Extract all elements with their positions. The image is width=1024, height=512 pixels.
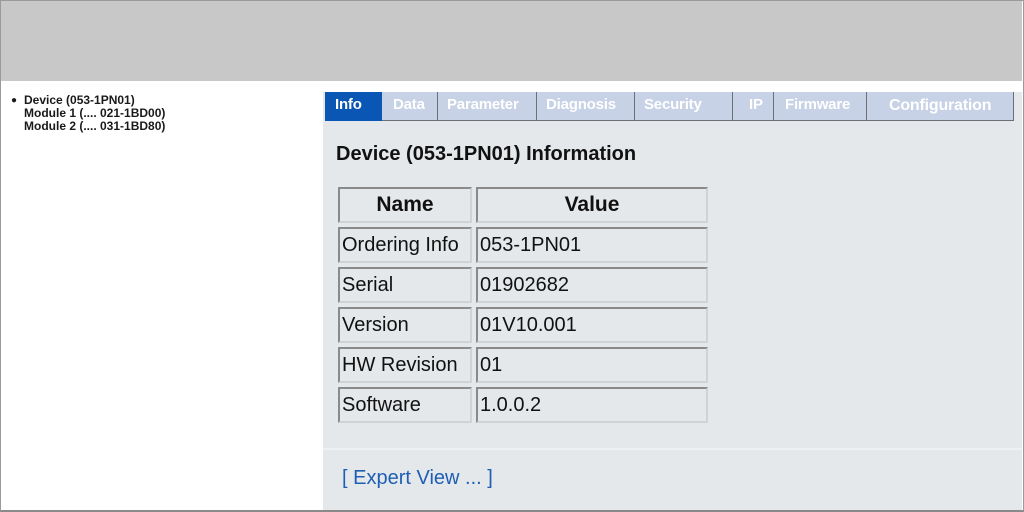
row-name-cell: HW Revision — [338, 347, 472, 383]
expert-view-link[interactable]: [ Expert View ... ] — [342, 467, 493, 490]
tree-item-label: Module 2 (.... 031-1BD80) — [24, 119, 166, 133]
table-row: Serial 01902682 — [338, 267, 708, 303]
row-name-cell: Ordering Info — [338, 227, 472, 263]
table-header-row: Name Value — [338, 187, 708, 223]
row-value-cell: 01902682 — [476, 267, 708, 303]
bullet-icon: ● — [11, 95, 18, 106]
tab-bar: Info Data Parameter Diagnosis Security I… — [325, 92, 1014, 121]
device-info-table: Name Value Ordering Info 053-1PN01 Seria… — [334, 183, 712, 427]
tree-item-module-2[interactable]: Module 2 (.... 031-1BD80) — [11, 120, 165, 133]
table-row: HW Revision 01 — [338, 347, 708, 383]
tab-data[interactable]: Data — [382, 92, 438, 121]
tab-info[interactable]: Info — [325, 92, 382, 121]
section-divider — [323, 448, 1022, 450]
row-value-cell: 1.0.0.2 — [476, 387, 708, 423]
row-name-cell: Serial — [338, 267, 472, 303]
table-row: Ordering Info 053-1PN01 — [338, 227, 708, 263]
tab-parameter[interactable]: Parameter — [438, 92, 537, 121]
tab-configuration[interactable]: Configuration — [867, 92, 1014, 121]
column-header-name: Name — [338, 187, 472, 223]
row-name-cell: Version — [338, 307, 472, 343]
tab-security[interactable]: Security — [635, 92, 733, 121]
device-tree-sidebar: ● Device (053-1PN01) Module 1 (.... 021-… — [1, 81, 323, 510]
content-panel: Info Data Parameter Diagnosis Security I… — [323, 81, 1022, 510]
row-value-cell: 01V10.001 — [476, 307, 708, 343]
page-title: Device (053-1PN01) Information — [336, 143, 637, 165]
row-value-cell: 053-1PN01 — [476, 227, 708, 263]
row-value-cell: 01 — [476, 347, 708, 383]
tab-ip[interactable]: IP — [733, 92, 774, 121]
device-tree: ● Device (053-1PN01) Module 1 (.... 021-… — [11, 94, 165, 133]
table-row: Software 1.0.0.2 — [338, 387, 708, 423]
tab-firmware[interactable]: Firmware — [774, 92, 867, 121]
row-name-cell: Software — [338, 387, 472, 423]
table-row: Version 01V10.001 — [338, 307, 708, 343]
page-header — [1, 1, 1022, 81]
tab-diagnosis[interactable]: Diagnosis — [537, 92, 635, 121]
column-header-value: Value — [476, 187, 708, 223]
